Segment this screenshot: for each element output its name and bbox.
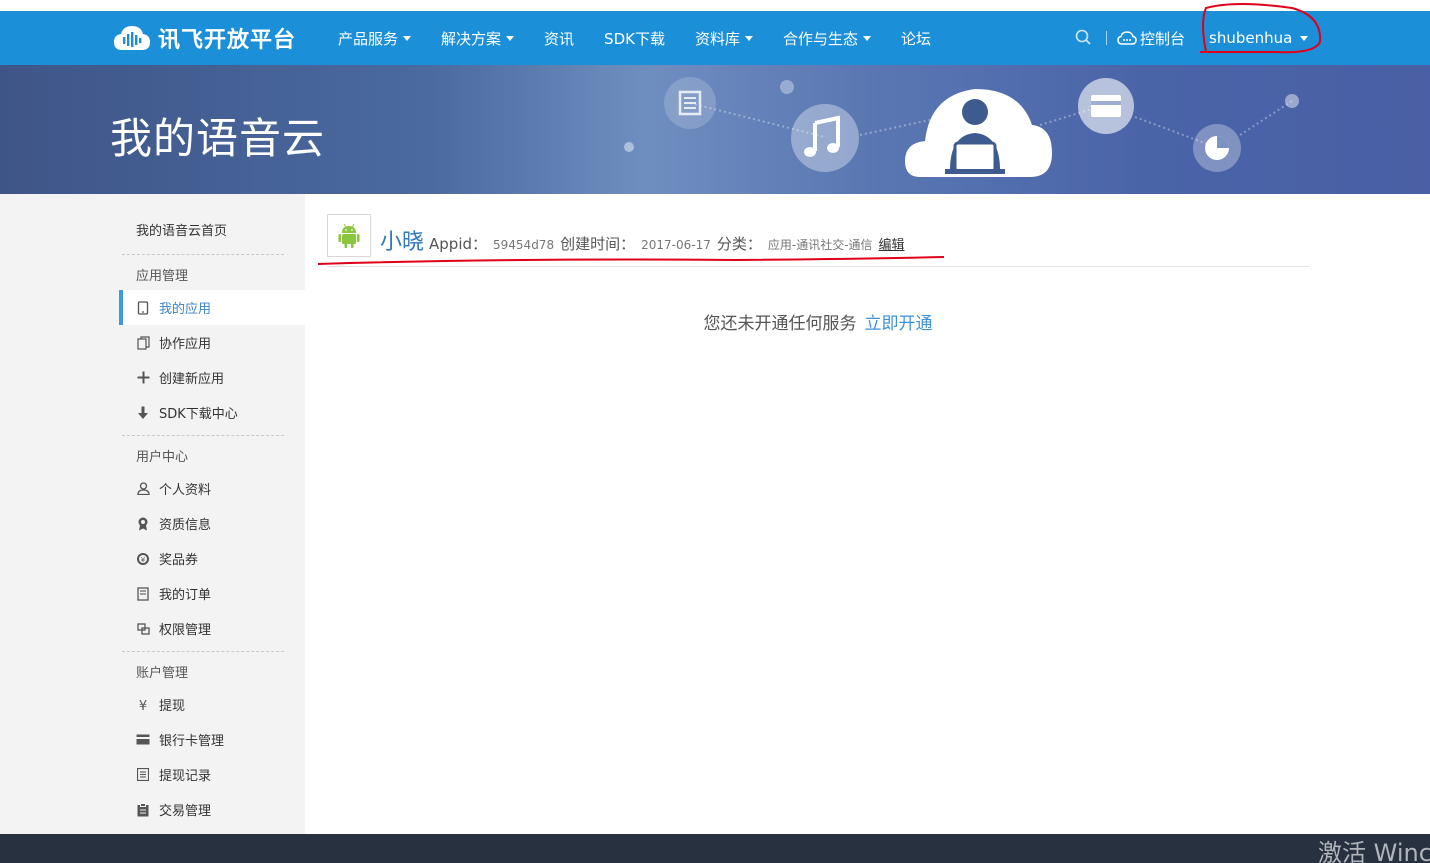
empty-state: 您还未开通任何服务 立即开通 bbox=[0, 309, 1430, 334]
wallet-icon bbox=[1078, 78, 1134, 134]
sidebar-item-orders[interactable]: 我的订单 bbox=[119, 576, 305, 611]
app-name[interactable]: 小晓 bbox=[380, 224, 424, 256]
nav-menu: 产品服务 解决方案 资讯 SDK下载 资料库 合作与生态 论坛 bbox=[338, 11, 961, 65]
plus-icon bbox=[136, 371, 150, 385]
nav-item-solutions[interactable]: 解决方案 bbox=[441, 28, 515, 49]
document-icon bbox=[664, 77, 716, 129]
sidebar-header-account: 账户管理 bbox=[136, 666, 189, 681]
logo[interactable]: 讯飞开放平台 bbox=[112, 20, 296, 56]
sidebar-item-transactions[interactable]: 交易管理 bbox=[119, 792, 305, 827]
permission-icon bbox=[136, 622, 150, 636]
username-label: shubenhua bbox=[1209, 29, 1293, 47]
top-navbar: 讯飞开放平台 产品服务 解决方案 资讯 SDK下载 资料库 合作与生态 论坛 控… bbox=[0, 11, 1430, 65]
activate-now-link[interactable]: 立即开通 bbox=[865, 314, 933, 334]
sidebar-item-sdk-center[interactable]: SDK下载中心 bbox=[119, 395, 305, 430]
cloud-icon bbox=[1117, 31, 1137, 45]
caret-down-icon bbox=[1300, 35, 1309, 41]
app-header: 小晓 Appid： 59454d78 创建时间： 2017-06-17 分类： … bbox=[327, 214, 1309, 267]
sidebar-item-qualification[interactable]: 资质信息 bbox=[119, 506, 305, 541]
category-value: 应用-通讯社交-通信 bbox=[767, 238, 873, 252]
app-icon-box bbox=[327, 214, 371, 257]
sidebar-home-link[interactable]: 我的语音云首页 bbox=[136, 220, 227, 239]
sidebar-header-user-center: 用户中心 bbox=[136, 450, 189, 465]
search-icon[interactable] bbox=[1074, 28, 1094, 48]
sidebar-divider bbox=[122, 435, 284, 436]
sidebar-item-withdraw-records[interactable]: 提现记录 bbox=[119, 757, 305, 792]
banner: 我的语音云 bbox=[0, 65, 1430, 194]
cloud-person-icon bbox=[905, 89, 1052, 177]
caret-down-icon bbox=[863, 35, 871, 41]
nav-item-forum[interactable]: 论坛 bbox=[901, 28, 931, 49]
edit-link[interactable]: 编辑 bbox=[879, 234, 905, 253]
sidebar: 我的语音云首页 应用管理 我的应用 协作应用 创建新应用 SDK下载中心 用户中… bbox=[0, 194, 305, 834]
android-icon bbox=[338, 223, 360, 248]
appid-value: 59454d78 bbox=[493, 238, 555, 252]
svg-text:¥: ¥ bbox=[141, 556, 146, 564]
logo-cloud-icon bbox=[114, 26, 150, 50]
user-icon bbox=[136, 482, 150, 496]
sidebar-item-withdraw[interactable]: ¥ 提现 bbox=[119, 687, 305, 722]
nav-item-docs[interactable]: 资料库 bbox=[695, 28, 753, 49]
sidebar-divider bbox=[122, 651, 284, 652]
appid-label: Appid： bbox=[429, 235, 488, 253]
award-icon bbox=[136, 517, 150, 531]
sidebar-item-create-app[interactable]: 创建新应用 bbox=[119, 360, 305, 395]
yen-icon: ¥ bbox=[136, 698, 150, 712]
svg-text:¥: ¥ bbox=[139, 699, 147, 712]
sidebar-item-permissions[interactable]: 权限管理 bbox=[119, 611, 305, 646]
nav-separator bbox=[1106, 31, 1107, 45]
card-icon bbox=[136, 733, 150, 747]
coupon-icon: ¥ bbox=[136, 552, 150, 566]
user-menu[interactable]: shubenhua bbox=[1209, 11, 1309, 65]
pie-chart-icon bbox=[1193, 124, 1241, 172]
nav-item-ecosystem[interactable]: 合作与生态 bbox=[783, 28, 871, 49]
clipboard-icon bbox=[136, 802, 150, 817]
order-icon bbox=[136, 586, 150, 601]
created-value: 2017-06-17 bbox=[641, 238, 711, 252]
windows-activation-watermark: 激活 Winc bbox=[1318, 839, 1430, 863]
caret-down-icon bbox=[744, 35, 753, 41]
nav-item-products[interactable]: 产品服务 bbox=[338, 28, 412, 49]
created-label: 创建时间： bbox=[560, 235, 636, 253]
logo-text: 讯飞开放平台 bbox=[158, 28, 297, 53]
sidebar-header-app-management: 应用管理 bbox=[136, 269, 189, 284]
app-meta: 小晓 Appid： 59454d78 创建时间： 2017-06-17 分类： … bbox=[380, 224, 905, 256]
nav-right: 控制台 bbox=[1074, 11, 1185, 65]
top-strip bbox=[0, 0, 1430, 11]
banner-illustration bbox=[624, 77, 1299, 177]
sidebar-item-coupons[interactable]: ¥ 奖品券 bbox=[119, 541, 305, 576]
banner-title: 我的语音云 bbox=[110, 114, 326, 163]
nav-item-news[interactable]: 资讯 bbox=[544, 28, 574, 49]
console-link[interactable]: 控制台 bbox=[1117, 28, 1185, 49]
sidebar-divider bbox=[122, 254, 284, 255]
sidebar-item-bank-cards[interactable]: 银行卡管理 bbox=[119, 722, 305, 757]
music-note-icon bbox=[791, 104, 859, 172]
caret-down-icon bbox=[506, 35, 515, 41]
list-icon bbox=[136, 768, 150, 782]
nav-item-sdk-download[interactable]: SDK下载 bbox=[604, 28, 665, 49]
sidebar-item-profile[interactable]: 个人资料 bbox=[119, 471, 305, 506]
caret-down-icon bbox=[403, 35, 412, 41]
category-label: 分类： bbox=[716, 235, 762, 253]
footer bbox=[0, 834, 1430, 863]
download-icon bbox=[136, 406, 150, 420]
empty-state-message: 您还未开通任何服务 bbox=[703, 314, 857, 334]
copy-icon bbox=[136, 335, 150, 350]
